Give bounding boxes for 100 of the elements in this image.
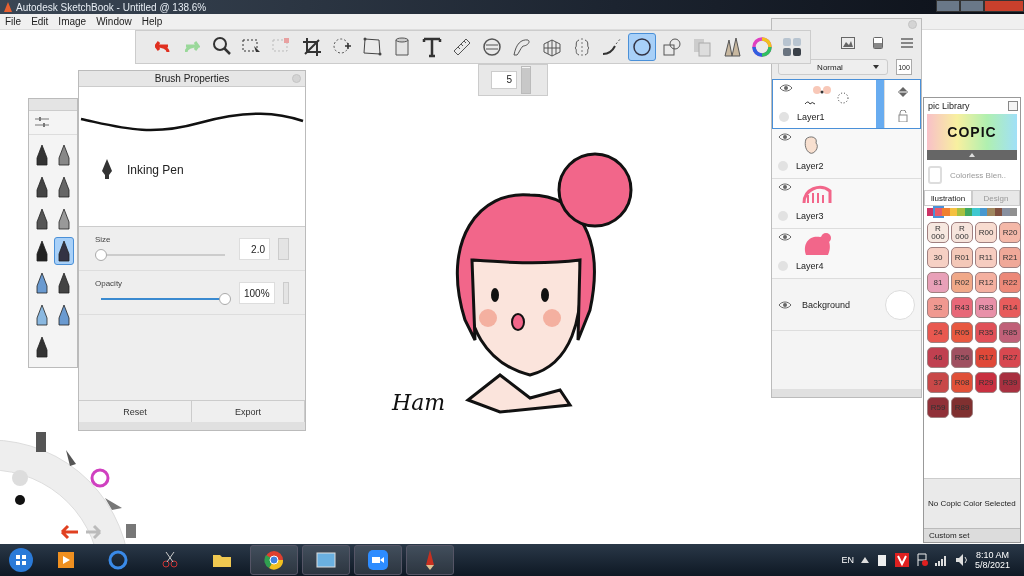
menu-item[interactable]: Image [58, 16, 87, 27]
size-slider[interactable] [521, 66, 531, 94]
brush-button[interactable] [54, 237, 74, 265]
maximize-button[interactable] [960, 0, 984, 12]
clock[interactable]: 8:10 AM 5/8/2021 [974, 550, 1010, 570]
color-swatch[interactable]: R43 [951, 297, 973, 318]
layer-name: Layer1 [797, 112, 825, 122]
color-family-tab[interactable] [964, 208, 972, 216]
eye-icon[interactable] [778, 233, 792, 241]
slider-thumb[interactable] [95, 249, 107, 261]
color-swatch[interactable]: R12 [975, 272, 997, 293]
color-swatch[interactable]: R20 [999, 222, 1021, 243]
media-player-icon [55, 549, 77, 571]
language-indicator[interactable]: EN [841, 555, 854, 565]
sliders-icon[interactable] [35, 116, 49, 129]
undo-icon[interactable] [60, 524, 80, 540]
panel-title: Brush Properties [154, 73, 230, 84]
image-icon[interactable] [841, 37, 855, 49]
color-family-tab[interactable] [934, 208, 942, 216]
taskbar-button[interactable] [302, 545, 350, 575]
eye-icon[interactable] [779, 84, 793, 92]
menu-item[interactable]: File [5, 16, 22, 27]
color-swatch[interactable]: R 000 [927, 222, 949, 243]
distort-icon [361, 36, 383, 58]
color-family-tab[interactable] [987, 208, 995, 216]
signal-icon[interactable] [934, 554, 949, 566]
layer-row[interactable]: Layer2 [772, 129, 921, 179]
device-icon[interactable] [875, 553, 888, 567]
flag-icon[interactable] [915, 553, 928, 567]
color-family-tab[interactable] [957, 208, 965, 216]
background-color-swatch[interactable] [885, 289, 915, 320]
color-swatch[interactable]: R22 [999, 272, 1021, 293]
size-field[interactable]: 5 [491, 71, 517, 89]
layer-name: Layer3 [796, 211, 824, 221]
color-swatch[interactable]: 81 [927, 272, 949, 293]
menu-item[interactable]: Window [96, 16, 132, 27]
layer-icon[interactable] [873, 37, 883, 49]
custom-set-bar[interactable]: Custom set [924, 528, 1020, 542]
panel-title: pic Library [928, 101, 970, 111]
color-swatch[interactable]: R01 [951, 247, 973, 268]
color-swatch[interactable]: R83 [975, 297, 997, 318]
layer-row[interactable]: Layer4 [772, 229, 921, 279]
crop-icon [301, 36, 323, 58]
eye-icon[interactable] [778, 183, 792, 191]
layer-row[interactable]: Background [772, 279, 921, 331]
color-swatch[interactable]: R02 [951, 272, 973, 293]
color-swatch[interactable]: R00 [975, 222, 997, 243]
color-wheel-icon[interactable] [90, 468, 110, 488]
antivirus-icon[interactable] [894, 553, 909, 567]
color-swatch[interactable]: R21 [999, 247, 1021, 268]
minimize-button[interactable] [936, 0, 960, 12]
color-family-tab[interactable] [1009, 208, 1017, 216]
close-button[interactable] [984, 0, 1024, 12]
value-field[interactable]: 2.0 [239, 237, 270, 260]
text-icon [421, 36, 443, 58]
color-family-tab[interactable] [949, 208, 957, 216]
color-swatch[interactable]: 30 [927, 247, 949, 268]
blender-swatch[interactable] [928, 166, 942, 184]
windows-logo-icon [8, 547, 34, 573]
color-family-tab[interactable] [979, 208, 987, 216]
color-family-tab[interactable] [994, 208, 1002, 216]
eye-icon[interactable] [778, 300, 792, 309]
color-family-tab[interactable] [972, 208, 980, 216]
eye-icon[interactable] [778, 133, 792, 141]
color-swatch[interactable]: 24 [927, 322, 949, 343]
color-swatch[interactable]: R05 [951, 322, 973, 343]
custom-set-label: Custom set [929, 531, 970, 540]
value-field[interactable]: 100% [239, 281, 275, 304]
color-family-tab[interactable] [942, 208, 950, 216]
layer-row[interactable]: Layer1 [772, 79, 921, 129]
reorder-icon[interactable] [897, 86, 908, 97]
caret-icon[interactable] [860, 557, 869, 563]
resize-handle[interactable] [79, 422, 305, 430]
resize-handle[interactable] [772, 389, 921, 397]
color-wheel-icon [751, 36, 773, 58]
photo-viewer-icon [315, 549, 337, 571]
taskbar-button[interactable] [250, 545, 298, 575]
toolbar-button[interactable] [628, 33, 656, 61]
close-button[interactable] [1008, 101, 1018, 111]
cursor-icon[interactable] [105, 498, 122, 510]
menu-item[interactable]: Edit [31, 16, 49, 27]
caret-icon [872, 65, 879, 69]
color-family-tab[interactable] [1002, 208, 1010, 216]
pen-nib-icon [101, 159, 113, 181]
chrome-icon [263, 549, 285, 571]
date-text: 5/8/2021 [974, 560, 1010, 570]
menu-icon[interactable] [901, 38, 913, 48]
speaker-icon[interactable] [955, 554, 968, 566]
layer-row[interactable]: Layer3 [772, 179, 921, 229]
layer-name: Background [802, 299, 851, 310]
color-swatch[interactable]: R11 [975, 247, 997, 268]
color-swatch[interactable]: 32 [927, 297, 949, 318]
menu-item[interactable]: Help [141, 16, 163, 27]
slider-thumb[interactable] [219, 293, 231, 305]
color-swatch[interactable]: R 000 [951, 222, 973, 243]
lock-toggle[interactable] [779, 112, 789, 122]
lock-icon[interactable] [897, 109, 908, 122]
taskbar-button[interactable] [354, 545, 402, 575]
color-swatch[interactable]: R14 [999, 297, 1021, 318]
tab[interactable]: llustration [924, 190, 972, 205]
